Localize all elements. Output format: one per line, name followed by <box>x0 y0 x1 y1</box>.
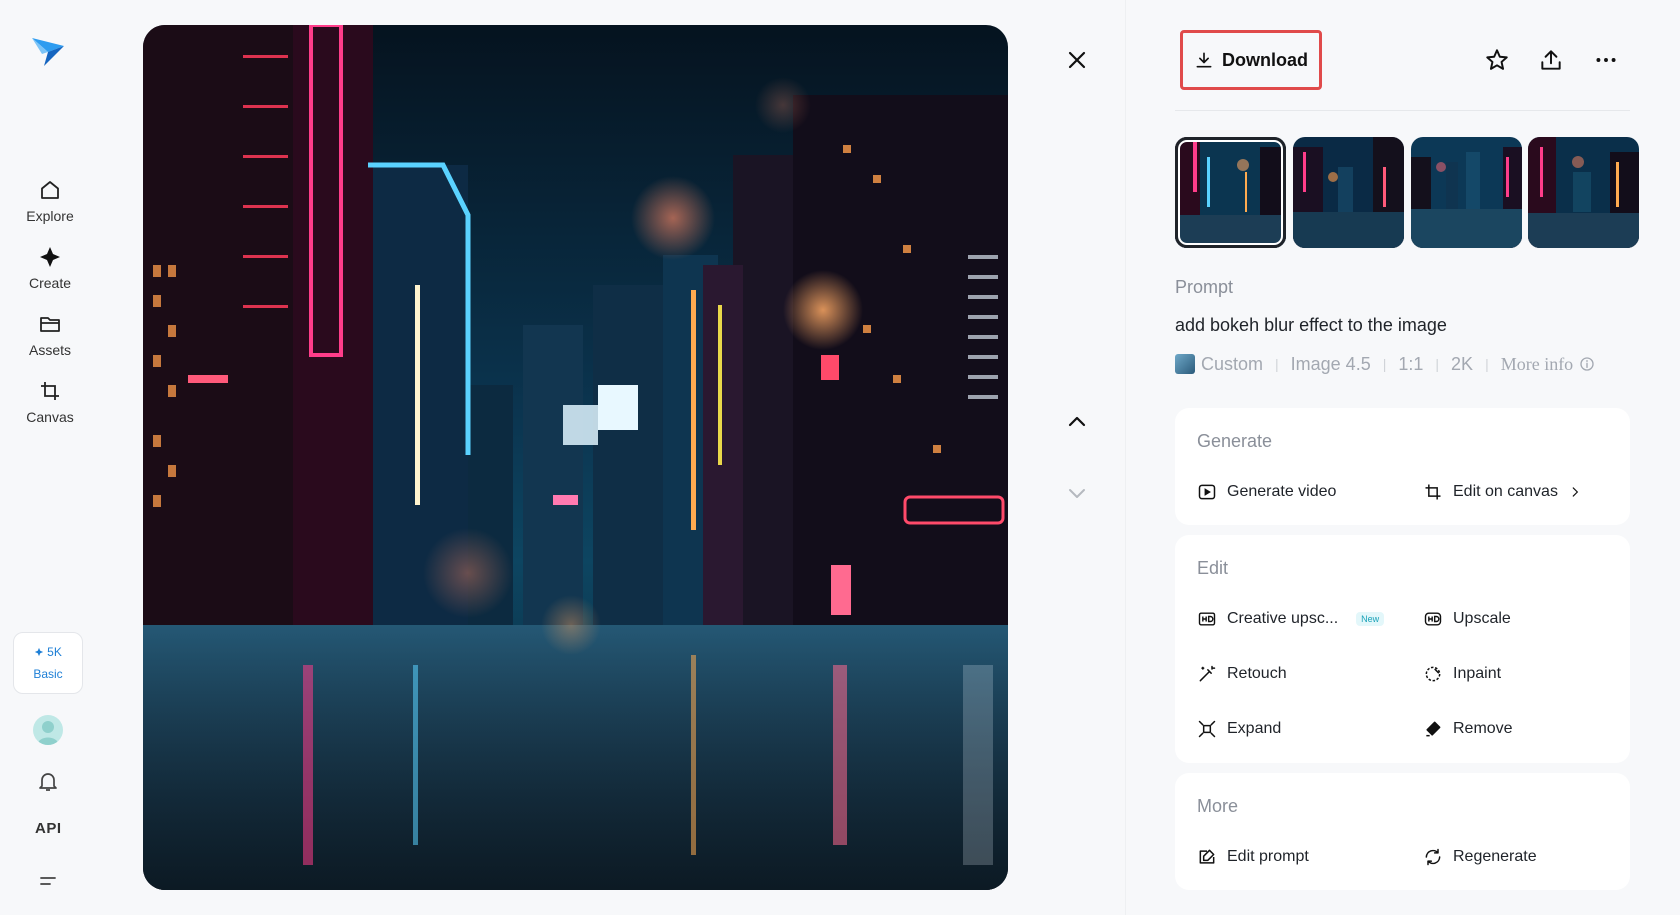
folder-icon <box>40 317 60 332</box>
expand-icon <box>1198 720 1216 738</box>
action-label: Regenerate <box>1453 848 1537 865</box>
close-icon[interactable] <box>1065 48 1089 72</box>
credits-badge[interactable]: 5K Basic <box>13 632 83 694</box>
refresh-icon <box>1425 848 1441 866</box>
crop-icon <box>41 382 59 400</box>
meta-ratio: 1:1 <box>1398 353 1424 374</box>
meta-style: Custom <box>1201 353 1264 374</box>
chevron-down-icon[interactable] <box>1065 481 1089 505</box>
generate-video-button[interactable]: Generate video <box>1197 482 1336 502</box>
download-button[interactable]: Download <box>1180 30 1322 90</box>
panel-divider <box>1125 0 1126 915</box>
more-card: More Edit prompt Regenerate <box>1175 773 1630 890</box>
home-icon <box>41 181 59 199</box>
more-options-icon[interactable] <box>1593 47 1619 73</box>
retouch-button[interactable]: Retouch <box>1197 664 1287 684</box>
action-label: Upscale <box>1453 610 1511 627</box>
edit-prompt-button[interactable]: Edit prompt <box>1197 847 1309 867</box>
eraser-icon <box>1426 721 1441 737</box>
avatar-icon <box>37 721 59 745</box>
nav-assets[interactable]: Assets <box>10 305 90 365</box>
remove-button[interactable]: Remove <box>1423 719 1513 739</box>
nav-canvas[interactable]: Canvas <box>10 372 90 432</box>
generate-title: Generate <box>1197 431 1273 451</box>
edit-title: Edit <box>1197 558 1229 578</box>
sparkle-icon <box>40 247 60 267</box>
bell-icon[interactable] <box>36 769 60 793</box>
edit-card: Edit Creative upsc... New Upscale Retouc… <box>1175 535 1630 763</box>
magic-wand-icon <box>1199 665 1216 682</box>
download-label: Download <box>1222 49 1308 70</box>
edit-on-canvas-button[interactable]: Edit on canvas <box>1423 482 1582 502</box>
more-info-label: More info <box>1500 353 1574 374</box>
video-icon <box>1198 484 1216 500</box>
action-label: Inpaint <box>1453 665 1502 682</box>
chevron-right-icon <box>1572 487 1579 497</box>
nav-label: Create <box>28 275 72 291</box>
variation-thumbnail[interactable] <box>1175 137 1286 248</box>
creative-upscale-button[interactable]: Creative upsc... New <box>1197 609 1385 629</box>
menu-icon[interactable] <box>36 869 60 893</box>
header-divider <box>1175 110 1630 111</box>
nav-label: Explore <box>26 208 74 224</box>
action-label: Edit prompt <box>1227 848 1309 865</box>
new-badge: New <box>1356 612 1385 626</box>
prompt-meta: Custom | Image 4.5 | 1:1 | 2K | More inf… <box>1175 353 1595 375</box>
left-sidebar: Explore Create Assets Canvas 5K Basic AP… <box>0 0 100 915</box>
star-icon[interactable] <box>1484 47 1510 73</box>
action-label: Edit on canvas <box>1453 483 1558 500</box>
credits-amount-row: 5K <box>34 645 62 659</box>
regenerate-button[interactable]: Regenerate <box>1423 847 1537 867</box>
chevron-up-icon[interactable] <box>1065 410 1089 434</box>
generate-card: Generate Generate video Edit on canvas <box>1175 408 1630 525</box>
style-thumbnail-icon <box>1175 354 1195 374</box>
inpaint-button[interactable]: Inpaint <box>1423 664 1501 684</box>
meta-separator: | <box>1485 356 1489 372</box>
meta-separator: | <box>1435 356 1440 372</box>
logo-icon[interactable] <box>30 32 66 68</box>
edit-prompt-icon <box>1199 849 1215 864</box>
inpaint-icon <box>1425 666 1441 682</box>
nav-label: Canvas <box>26 409 74 425</box>
nav-label: Assets <box>28 342 71 358</box>
generated-image <box>143 25 1008 890</box>
variation-thumbnail[interactable] <box>1411 137 1522 248</box>
action-label: Expand <box>1227 720 1282 737</box>
variation-thumbnail[interactable] <box>1528 137 1639 248</box>
nav-explore[interactable]: Explore <box>10 171 90 231</box>
prompt-text: add bokeh blur effect to the image <box>1175 315 1447 335</box>
crop-icon <box>1425 484 1441 500</box>
action-label: Creative upsc... <box>1227 610 1339 627</box>
info-icon <box>1580 357 1594 371</box>
upscale-button[interactable]: Upscale <box>1423 609 1511 629</box>
more-title: More <box>1197 796 1239 816</box>
variation-thumbnail[interactable] <box>1293 137 1404 248</box>
nav-create[interactable]: Create <box>10 238 90 298</box>
action-label: Retouch <box>1227 665 1287 682</box>
expand-button[interactable]: Expand <box>1197 719 1281 739</box>
more-info-link[interactable]: More info <box>1501 354 1595 375</box>
credits-amount: 5K <box>47 645 62 659</box>
action-label: Remove <box>1453 720 1513 737</box>
sparkle-icon <box>34 647 44 657</box>
meta-separator: | <box>1382 356 1387 372</box>
hd-icon <box>1424 612 1442 626</box>
api-link[interactable]: API <box>35 820 62 837</box>
credits-plan: Basic <box>33 667 63 681</box>
share-icon[interactable] <box>1538 47 1564 73</box>
meta-separator: | <box>1275 356 1279 372</box>
avatar[interactable] <box>33 715 63 745</box>
meta-resolution: 2K <box>1451 353 1474 374</box>
hd-plus-icon <box>1198 612 1216 626</box>
download-icon <box>1196 52 1212 68</box>
action-label: Generate video <box>1227 483 1337 500</box>
meta-model: Image 4.5 <box>1290 353 1371 374</box>
prompt-label: Prompt <box>1175 277 1234 297</box>
